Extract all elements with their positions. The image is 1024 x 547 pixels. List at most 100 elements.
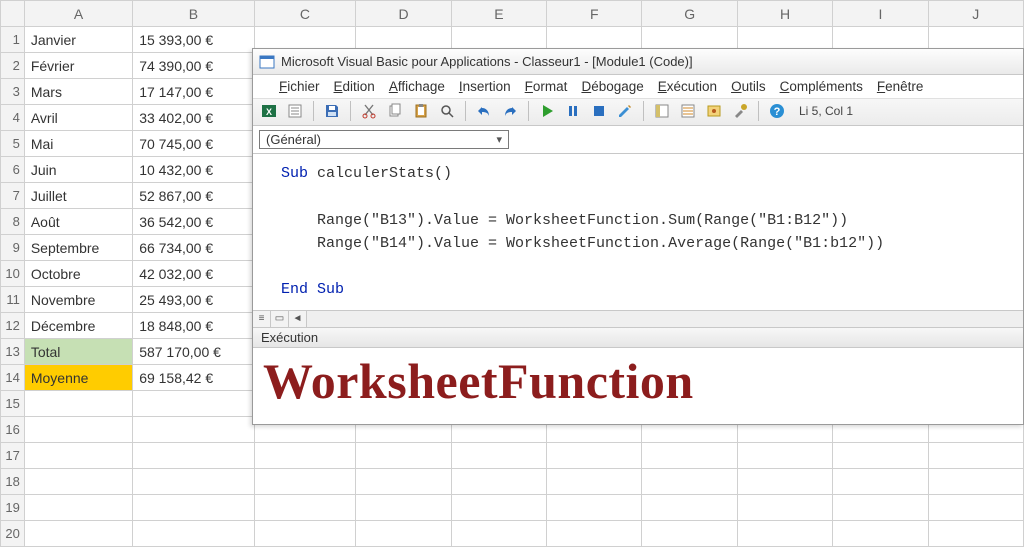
row-header-11[interactable]: 11 [1, 287, 25, 313]
col-header-H[interactable]: H [737, 1, 832, 27]
cell-F18[interactable] [547, 469, 642, 495]
row-header-20[interactable]: 20 [1, 521, 25, 547]
cell-F17[interactable] [547, 443, 642, 469]
proc-view-icon[interactable]: ≡ [253, 311, 271, 327]
immediate-pane[interactable]: WorksheetFunction [253, 348, 1023, 424]
row-header-8[interactable]: 8 [1, 209, 25, 235]
cell-A4[interactable]: Avril [24, 105, 132, 131]
properties-icon[interactable] [678, 101, 698, 121]
cell-B10[interactable]: 42 032,00 € [133, 261, 254, 287]
cell-J19[interactable] [928, 495, 1023, 521]
row-header-7[interactable]: 7 [1, 183, 25, 209]
cell-C20[interactable] [254, 521, 356, 547]
cell-G19[interactable] [642, 495, 737, 521]
cell-J17[interactable] [928, 443, 1023, 469]
full-view-icon[interactable]: ▭ [271, 311, 289, 327]
col-header-A[interactable]: A [24, 1, 132, 27]
cell-C19[interactable] [254, 495, 356, 521]
save-icon[interactable] [322, 101, 342, 121]
cell-A19[interactable] [24, 495, 132, 521]
menu-débogage[interactable]: Débogage [581, 79, 643, 94]
copy-icon[interactable] [385, 101, 405, 121]
cell-B8[interactable]: 36 542,00 € [133, 209, 254, 235]
menu-exécution[interactable]: Exécution [658, 79, 717, 94]
find-icon[interactable] [437, 101, 457, 121]
cell-B20[interactable] [133, 521, 254, 547]
cut-icon[interactable] [359, 101, 379, 121]
menu-affichage[interactable]: Affichage [389, 79, 445, 94]
row-header-16[interactable]: 16 [1, 417, 25, 443]
cell-H18[interactable] [737, 469, 832, 495]
cell-D17[interactable] [356, 443, 451, 469]
col-header-C[interactable]: C [254, 1, 356, 27]
menu-fenêtre[interactable]: Fenêtre [877, 79, 924, 94]
cell-J20[interactable] [928, 521, 1023, 547]
cell-A12[interactable]: Décembre [24, 313, 132, 339]
cell-H20[interactable] [737, 521, 832, 547]
cell-A17[interactable] [24, 443, 132, 469]
menu-insertion[interactable]: Insertion [459, 79, 511, 94]
cell-G17[interactable] [642, 443, 737, 469]
cell-I20[interactable] [833, 521, 928, 547]
cell-C17[interactable] [254, 443, 356, 469]
cell-A15[interactable] [24, 391, 132, 417]
cell-A5[interactable]: Mai [24, 131, 132, 157]
row-header-14[interactable]: 14 [1, 365, 25, 391]
scroll-left-icon[interactable]: ◄ [289, 311, 307, 327]
cell-D19[interactable] [356, 495, 451, 521]
cell-B2[interactable]: 74 390,00 € [133, 53, 254, 79]
cell-B18[interactable] [133, 469, 254, 495]
cell-I17[interactable] [833, 443, 928, 469]
cell-E20[interactable] [451, 521, 546, 547]
view-excel-icon[interactable]: X [259, 101, 279, 121]
menu-edition[interactable]: Edition [334, 79, 375, 94]
cell-B15[interactable] [133, 391, 254, 417]
row-header-9[interactable]: 9 [1, 235, 25, 261]
row-header-18[interactable]: 18 [1, 469, 25, 495]
cell-E18[interactable] [451, 469, 546, 495]
design-mode-icon[interactable] [615, 101, 635, 121]
cell-A14[interactable]: Moyenne [24, 365, 132, 391]
cell-C18[interactable] [254, 469, 356, 495]
cell-B7[interactable]: 52 867,00 € [133, 183, 254, 209]
cell-D18[interactable] [356, 469, 451, 495]
cell-B6[interactable]: 10 432,00 € [133, 157, 254, 183]
row-header-5[interactable]: 5 [1, 131, 25, 157]
cell-B4[interactable]: 33 402,00 € [133, 105, 254, 131]
row-header-15[interactable]: 15 [1, 391, 25, 417]
menu-fichier[interactable]: Fichier [279, 79, 320, 94]
row-header-17[interactable]: 17 [1, 443, 25, 469]
cell-A13[interactable]: Total [24, 339, 132, 365]
cell-G18[interactable] [642, 469, 737, 495]
menu-outils[interactable]: Outils [731, 79, 766, 94]
vba-toolbar[interactable]: X ? Li 5, Col 1 [253, 99, 1023, 126]
cell-A9[interactable]: Septembre [24, 235, 132, 261]
cell-A6[interactable]: Juin [24, 157, 132, 183]
object-dropdown[interactable]: (Général) [259, 130, 509, 149]
cell-E19[interactable] [451, 495, 546, 521]
project-explorer-icon[interactable] [652, 101, 672, 121]
cell-H17[interactable] [737, 443, 832, 469]
cell-A1[interactable]: Janvier [24, 27, 132, 53]
row-header-10[interactable]: 10 [1, 261, 25, 287]
col-header-J[interactable]: J [928, 1, 1023, 27]
menu-compléments[interactable]: Compléments [780, 79, 863, 94]
cell-A8[interactable]: Août [24, 209, 132, 235]
vba-menubar[interactable]: Fichier Edition Affichage Insertion Format Dé… [253, 75, 1023, 99]
pause-icon[interactable] [563, 101, 583, 121]
cell-B5[interactable]: 70 745,00 € [133, 131, 254, 157]
row-header-2[interactable]: 2 [1, 53, 25, 79]
menu-format[interactable]: Format [525, 79, 568, 94]
immediate-pane-title[interactable]: Exécution [253, 328, 1023, 348]
row-header-19[interactable]: 19 [1, 495, 25, 521]
col-header-F[interactable]: F [547, 1, 642, 27]
select-all-corner[interactable] [1, 1, 25, 27]
col-header-E[interactable]: E [451, 1, 546, 27]
row-header-3[interactable]: 3 [1, 79, 25, 105]
code-editor[interactable]: Sub calculerStats() Range("B13").Value =… [253, 153, 1023, 310]
cell-B11[interactable]: 25 493,00 € [133, 287, 254, 313]
stop-icon[interactable] [589, 101, 609, 121]
cell-I18[interactable] [833, 469, 928, 495]
cell-A10[interactable]: Octobre [24, 261, 132, 287]
cell-F19[interactable] [547, 495, 642, 521]
